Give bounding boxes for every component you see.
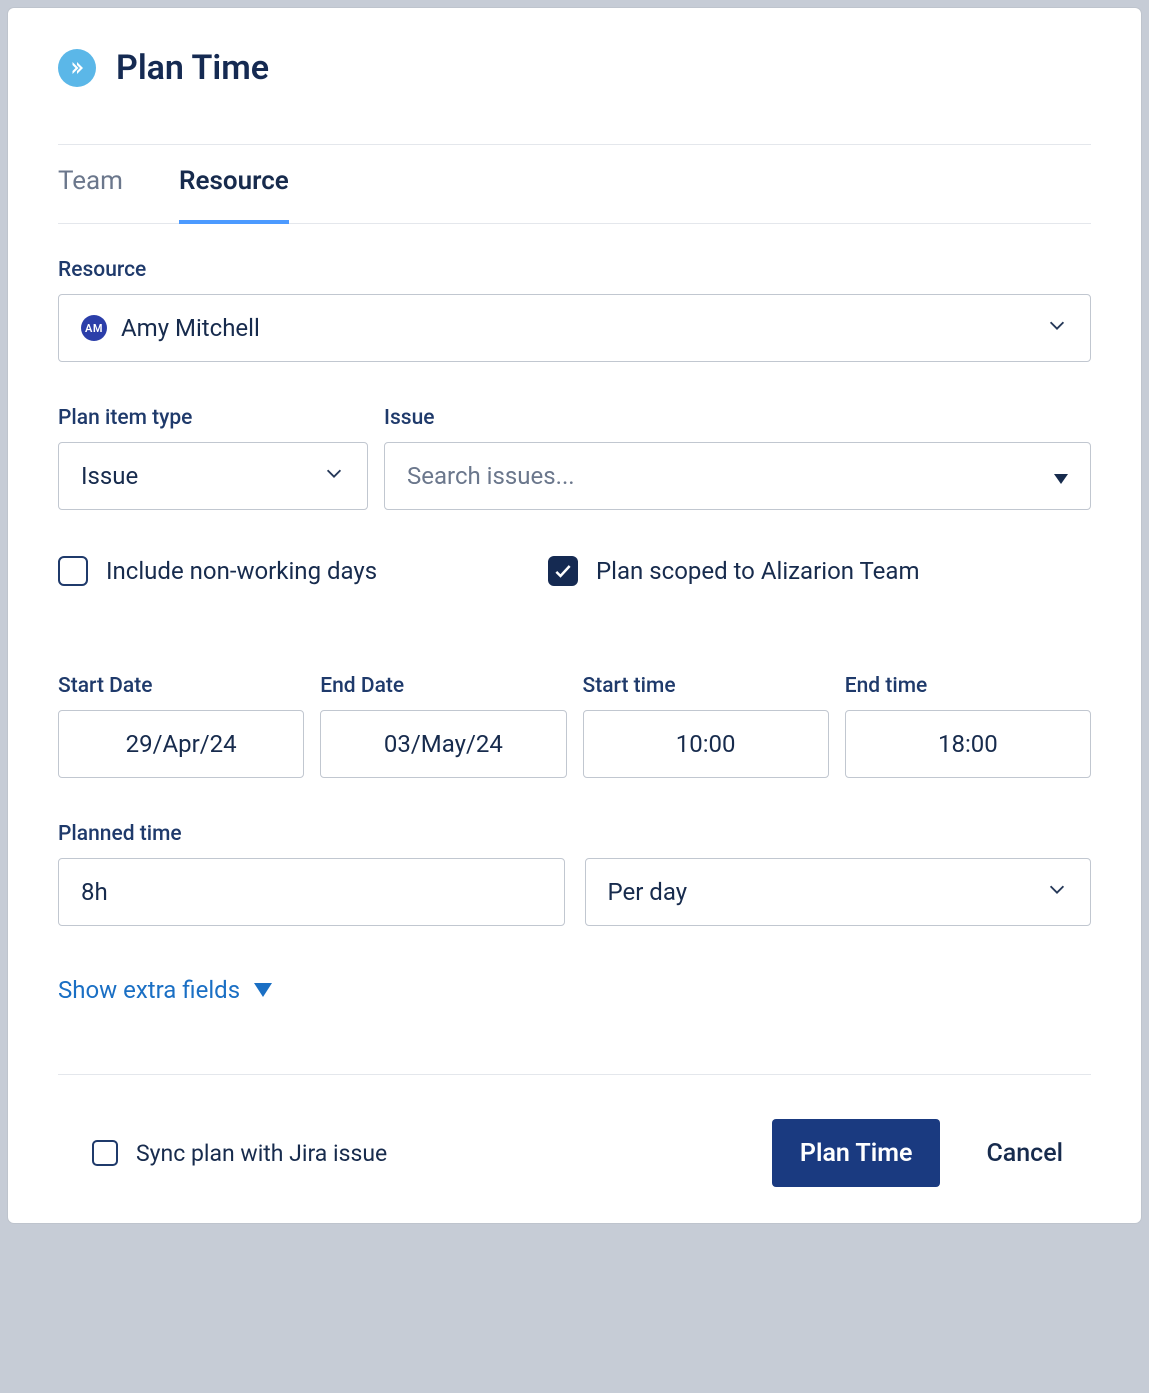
start-time-input[interactable]: 10:00: [583, 710, 829, 778]
end-time-value: 18:00: [938, 730, 998, 758]
include-non-working-label: Include non-working days: [106, 557, 377, 585]
plan-scoped-label: Plan scoped to Alizarion Team: [596, 557, 920, 585]
planned-time-value: 8h: [81, 878, 108, 906]
checkbox-unchecked-icon: [92, 1140, 118, 1166]
footer: Sync plan with Jira issue Plan Time Canc…: [58, 1074, 1091, 1187]
caret-down-icon: [1054, 462, 1068, 490]
sync-jira-checkbox[interactable]: Sync plan with Jira issue: [58, 1140, 387, 1167]
plan-time-button[interactable]: Plan Time: [772, 1119, 941, 1187]
plan-time-dialog: Plan Time Team Resource Resource AM Amy …: [8, 8, 1141, 1223]
plan-item-type-select[interactable]: Issue: [58, 442, 368, 510]
start-date-label: Start Date: [58, 674, 304, 698]
issue-search-input[interactable]: [407, 462, 1054, 490]
end-date-value: 03/May/24: [384, 730, 503, 758]
chevron-down-icon: [323, 462, 345, 490]
sync-jira-label: Sync plan with Jira issue: [136, 1140, 387, 1167]
start-date-input[interactable]: 29/Apr/24: [58, 710, 304, 778]
chevron-down-icon: [1046, 878, 1068, 906]
tab-team[interactable]: Team: [58, 166, 123, 224]
per-select[interactable]: Per day: [585, 858, 1092, 926]
chevron-down-icon: [1046, 314, 1068, 342]
issue-search[interactable]: [384, 442, 1091, 510]
checkbox-checked-icon: [548, 556, 578, 586]
include-non-working-checkbox[interactable]: Include non-working days: [58, 556, 548, 586]
dialog-title: Plan Time: [116, 48, 269, 88]
plan-item-type-label: Plan item type: [58, 406, 368, 430]
tab-resource[interactable]: Resource: [179, 166, 289, 224]
start-time-value: 10:00: [676, 730, 736, 758]
start-time-label: Start time: [583, 674, 829, 698]
start-date-value: 29/Apr/24: [126, 730, 237, 758]
resource-value: Amy Mitchell: [121, 314, 260, 342]
end-date-label: End Date: [320, 674, 566, 698]
plan-scoped-checkbox[interactable]: Plan scoped to Alizarion Team: [548, 556, 920, 586]
plan-time-icon: [58, 49, 96, 87]
end-time-input[interactable]: 18:00: [845, 710, 1091, 778]
show-extra-fields-toggle[interactable]: Show extra fields: [58, 926, 1091, 1004]
triangle-down-icon: [254, 983, 272, 997]
plan-item-type-value: Issue: [81, 462, 138, 490]
end-time-label: End time: [845, 674, 1091, 698]
dialog-header: Plan Time: [58, 48, 1091, 145]
show-extra-fields-label: Show extra fields: [58, 976, 240, 1004]
planned-time-label: Planned time: [58, 822, 565, 846]
tabs: Team Resource: [58, 145, 1091, 224]
issue-label: Issue: [384, 406, 1091, 430]
cancel-button[interactable]: Cancel: [958, 1119, 1091, 1187]
per-value: Per day: [608, 878, 688, 906]
avatar: AM: [81, 315, 107, 341]
end-date-input[interactable]: 03/May/24: [320, 710, 566, 778]
resource-select[interactable]: AM Amy Mitchell: [58, 294, 1091, 362]
resource-label: Resource: [58, 258, 1091, 282]
checkbox-unchecked-icon: [58, 556, 88, 586]
form: Resource AM Amy Mitchell Plan item type …: [58, 224, 1091, 1004]
planned-time-input[interactable]: 8h: [58, 858, 565, 926]
